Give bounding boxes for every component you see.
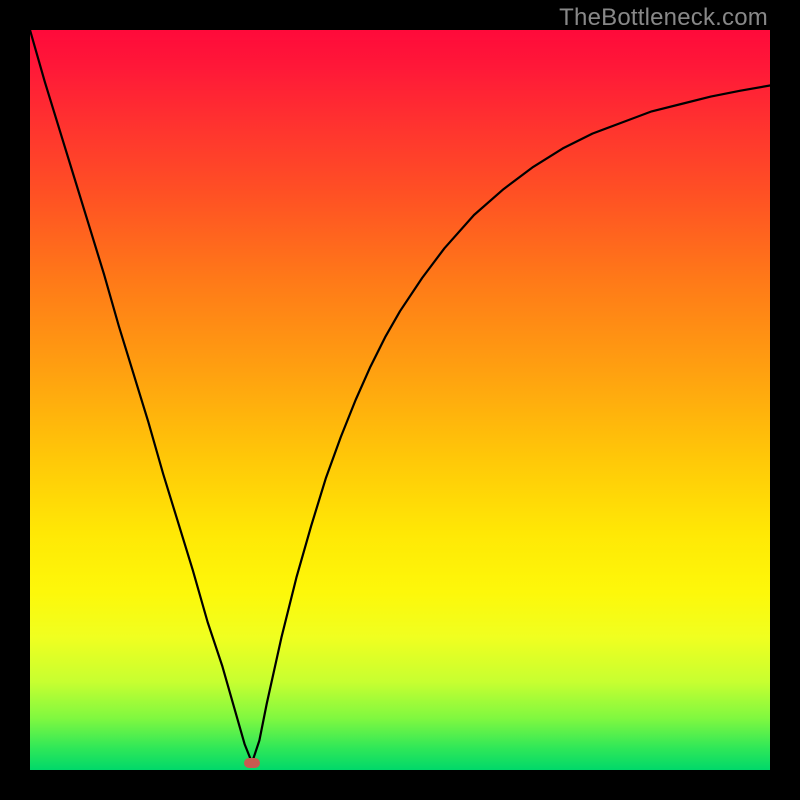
optimum-marker xyxy=(244,758,260,768)
watermark-text: TheBottleneck.com xyxy=(559,4,768,32)
chart-frame: TheBottleneck.com xyxy=(0,0,800,800)
bottleneck-curve xyxy=(30,30,770,770)
plot-area xyxy=(30,30,770,770)
